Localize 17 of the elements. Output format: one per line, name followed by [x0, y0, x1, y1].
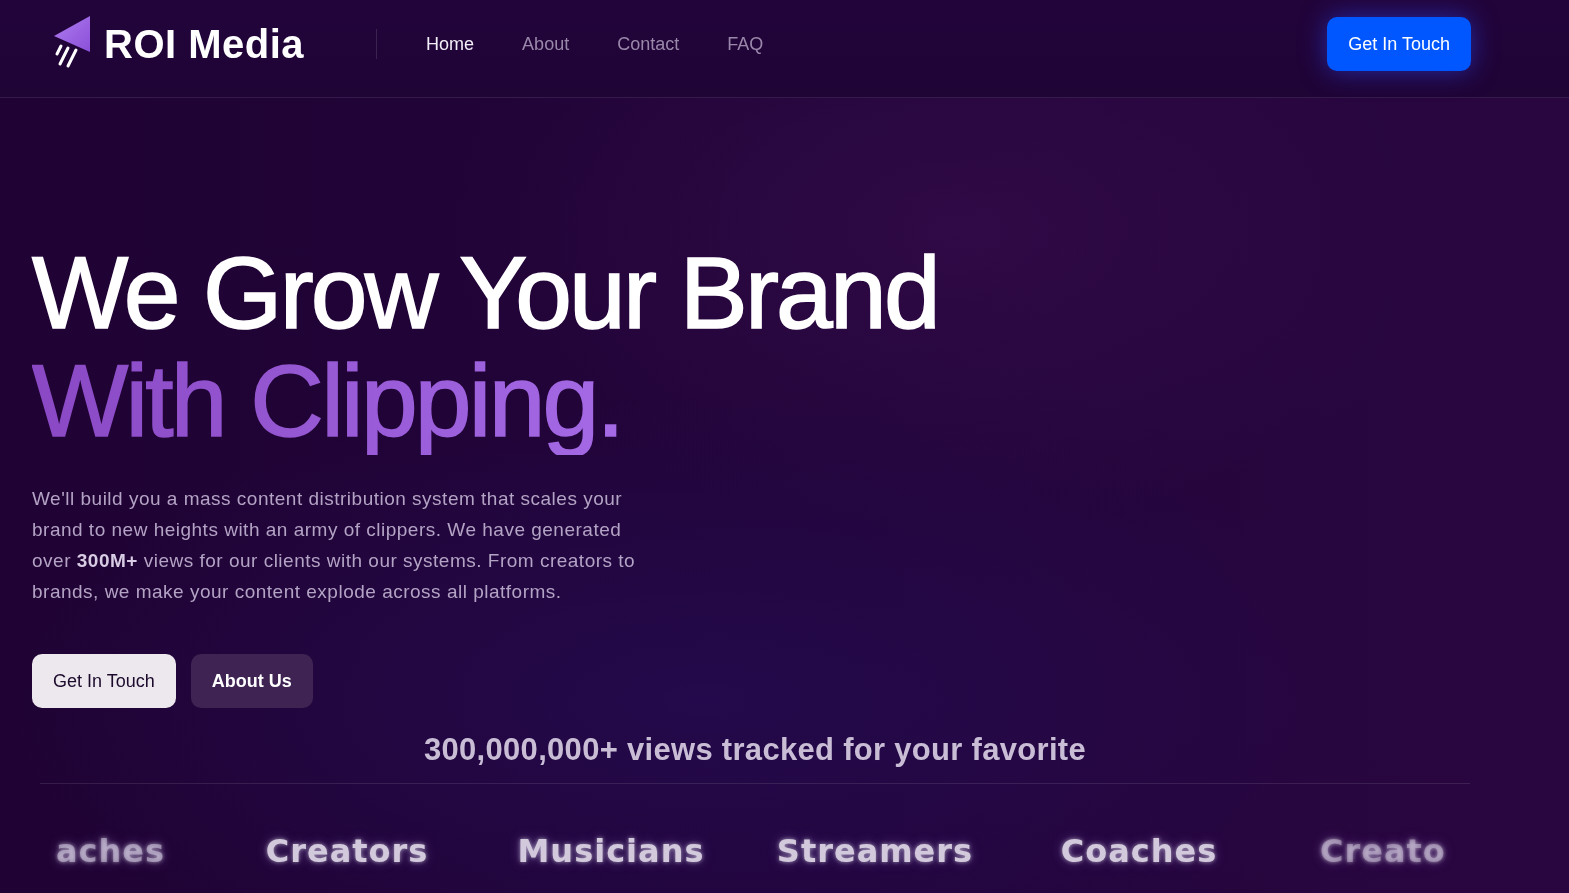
brand-name[interactable]: ROI Media	[104, 24, 305, 64]
audience-label: Musicians	[517, 832, 705, 870]
audience-label: Coaches	[1060, 832, 1218, 870]
views-headline: 300,000,000+ views tracked for your favorite	[424, 732, 1086, 767]
audience-label: Streamers	[776, 832, 974, 870]
get-in-touch-button[interactable]: Get In Touch	[32, 654, 176, 708]
audience-label: Creators	[265, 832, 429, 870]
hero-heading: We Grow Your Brand	[32, 239, 938, 347]
nav-link[interactable]: Home	[426, 33, 475, 55]
nav-link[interactable]: About	[522, 33, 570, 55]
about-us-button[interactable]: About Us	[190, 654, 313, 708]
nav-link[interactable]: FAQ	[727, 33, 764, 55]
audience-label: Creato	[1320, 832, 1446, 870]
audience-label: aches	[55, 832, 165, 870]
hero-description: We'll build you a mass content distribution system that scales your brand to new heights with an army of clippers. We have generated over 300M+ views for our clients with our systems. From creators to brands, we make your content explode across all platforms.	[32, 487, 637, 604]
nav-link[interactable]: Contact	[617, 33, 680, 55]
get-in-touch-button[interactable]: Get In Touch	[1327, 17, 1471, 71]
